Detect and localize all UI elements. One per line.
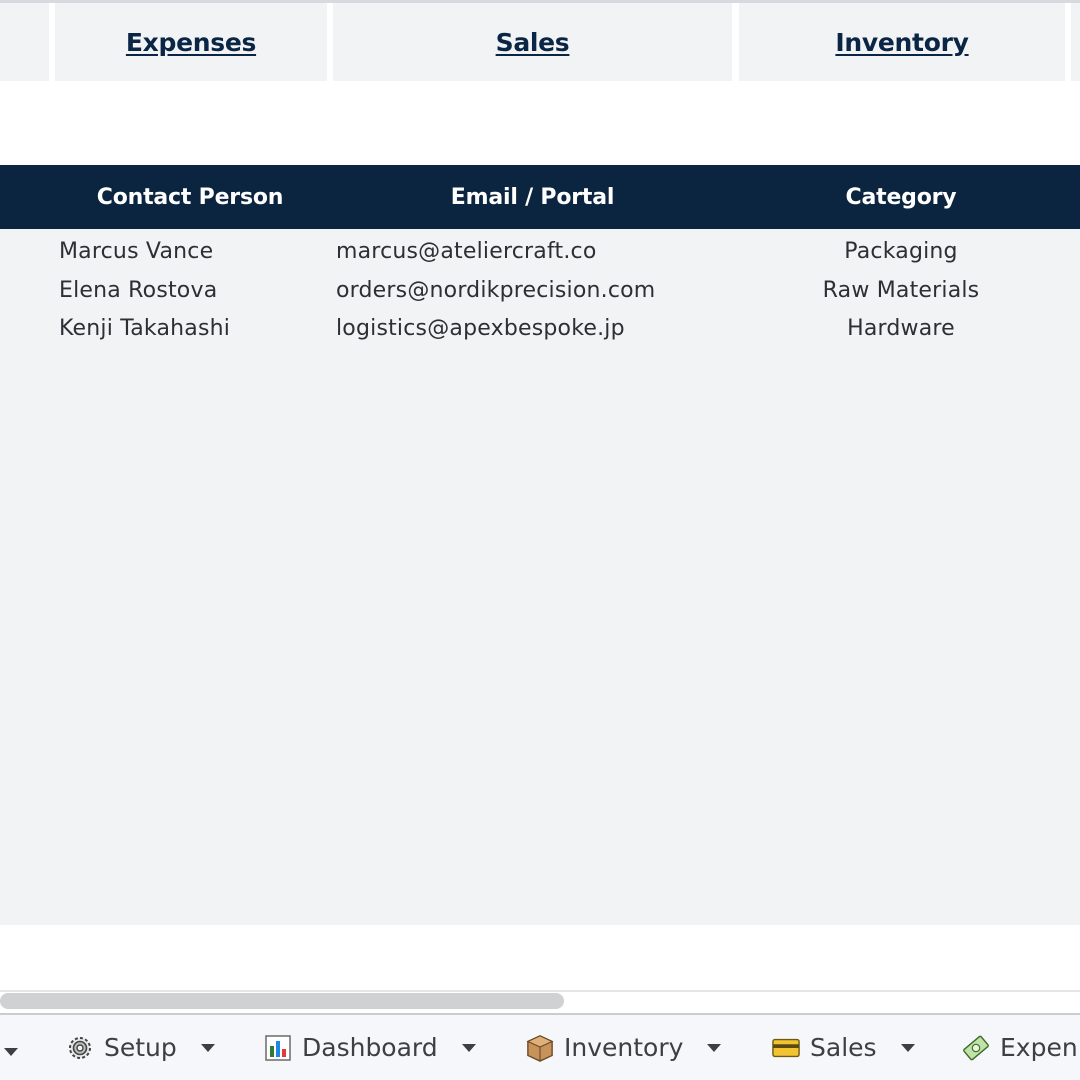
chevron-down-icon[interactable] <box>4 1048 18 1056</box>
cell-contact[interactable]: Elena Rostova <box>59 271 217 309</box>
nav-cell-expenses: Expenses <box>55 3 327 81</box>
sheet-tab-inventory[interactable]: Inventory <box>526 1015 722 1080</box>
cell-contact[interactable]: Kenji Takahashi <box>59 309 230 347</box>
cell-email[interactable]: logistics@apexbespoke.jp <box>336 309 625 347</box>
sheet-tab-label: Dashboard <box>302 1033 438 1062</box>
chevron-down-icon[interactable] <box>900 1043 915 1052</box>
header-category: Category <box>845 184 957 210</box>
sheet-tab-label: Expen <box>1000 1033 1078 1062</box>
header-contact-person: Contact Person <box>96 184 284 210</box>
sheet-tab-label: Sales <box>810 1033 877 1062</box>
money-icon <box>962 1034 990 1062</box>
gear-icon <box>66 1034 94 1062</box>
sheet-tab-label: Setup <box>104 1033 177 1062</box>
bar-chart-icon <box>264 1034 292 1062</box>
supplier-table: Contact Person Email / Portal Category M… <box>0 165 1080 925</box>
chevron-down-icon[interactable] <box>200 1043 215 1052</box>
sheet-tab-dashboard[interactable]: Dashboard <box>264 1015 476 1080</box>
nav-link-expenses[interactable]: Expenses <box>126 28 256 57</box>
horizontal-scrollbar-thumb[interactable] <box>0 993 564 1009</box>
sheet-tab-sales[interactable]: Sales <box>772 1015 915 1080</box>
cell-email[interactable]: marcus@ateliercraft.co <box>336 232 597 270</box>
cell-category[interactable]: Hardware <box>740 309 1062 347</box>
package-icon <box>526 1034 554 1062</box>
nav-cell-sales: Sales <box>333 3 732 81</box>
chevron-down-icon[interactable] <box>461 1043 476 1052</box>
header-email-portal: Email / Portal <box>450 184 615 210</box>
chevron-down-icon[interactable] <box>707 1043 722 1052</box>
sheet-tab-label: Inventory <box>564 1033 684 1062</box>
cell-email[interactable]: orders@nordikprecision.com <box>336 271 655 309</box>
nav-cell-partial-right <box>1071 3 1080 81</box>
credit-card-icon <box>772 1034 800 1062</box>
nav-cell-inventory: Inventory <box>739 3 1065 81</box>
nav-link-inventory[interactable]: Inventory <box>835 28 969 57</box>
sheet-tab-expenses[interactable]: Expen <box>962 1015 1078 1080</box>
cell-category[interactable]: Packaging <box>740 232 1062 270</box>
nav-cell-partial <box>0 3 49 81</box>
cell-category[interactable]: Raw Materials <box>740 271 1062 309</box>
cell-contact[interactable]: Marcus Vance <box>59 232 213 270</box>
sheet-tab-setup[interactable]: Setup <box>66 1015 215 1080</box>
spreadsheet-view: Expenses Sales Inventory Contact Person … <box>0 0 1080 1080</box>
nav-link-sales[interactable]: Sales <box>496 28 570 57</box>
table-header-row: Contact Person Email / Portal Category <box>0 165 1080 229</box>
